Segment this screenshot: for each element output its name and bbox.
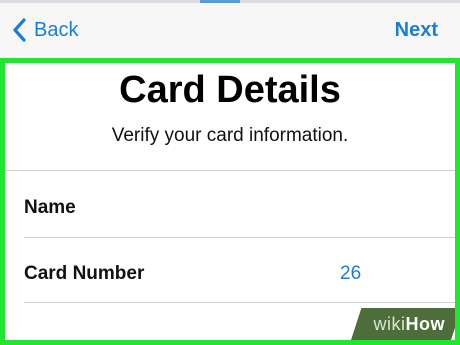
next-button-label: Next — [394, 18, 438, 41]
divider — [5, 170, 455, 171]
name-field-label: Name — [24, 197, 76, 218]
watermark-suffix: How — [405, 314, 445, 334]
page-title: Card Details — [119, 69, 341, 111]
back-button[interactable]: Back — [12, 15, 78, 45]
card-number-label: Card Number — [24, 263, 145, 284]
card-number-field[interactable]: 26 — [340, 263, 361, 285]
next-button[interactable]: Next — [395, 15, 438, 45]
back-button-label: Back — [34, 18, 79, 41]
chevron-left-icon — [13, 18, 26, 42]
watermark-prefix: wiki — [373, 314, 406, 334]
divider — [24, 302, 455, 303]
wikihow-watermark: wikiHow — [374, 314, 446, 335]
card-details-panel: Card Details Verify your card informatio… — [0, 58, 460, 345]
divider — [24, 237, 455, 238]
page-subtitle: Verify your card information. — [111, 125, 349, 146]
navigation-bar: Back Next — [0, 3, 460, 58]
screen: Back Next Card Details Verify your card … — [0, 0, 460, 345]
